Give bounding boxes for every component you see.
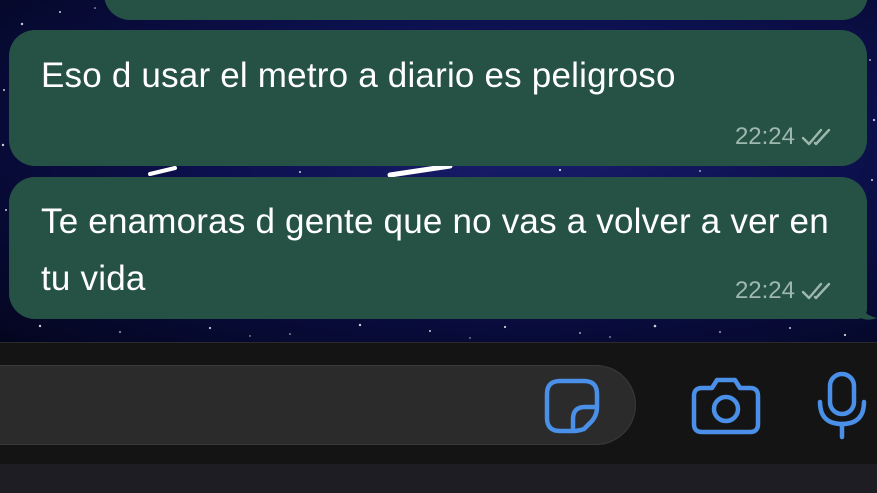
previous-message-bubble[interactable] [104, 0, 868, 20]
sticker-icon[interactable] [543, 377, 601, 435]
bubble-tail [857, 296, 877, 320]
message-time: 22:24 [734, 123, 795, 150]
microphone-icon[interactable] [812, 370, 872, 440]
message-text: Eso d usar el metro a diario es peligros… [41, 56, 676, 95]
outgoing-message-bubble[interactable]: Te enamoras d gente que no vas a volver … [9, 177, 867, 319]
camera-icon[interactable] [690, 374, 762, 436]
double-check-icon [801, 282, 831, 300]
message-meta: 22:24 [735, 277, 837, 305]
message-input[interactable] [0, 365, 636, 445]
double-check-icon [801, 128, 831, 146]
home-indicator-area [0, 464, 877, 493]
outgoing-message-bubble[interactable]: Eso d usar el metro a diario es peligros… [9, 30, 867, 166]
message-time: 22:24 [734, 277, 795, 304]
message-meta: 22:24 [735, 123, 837, 151]
